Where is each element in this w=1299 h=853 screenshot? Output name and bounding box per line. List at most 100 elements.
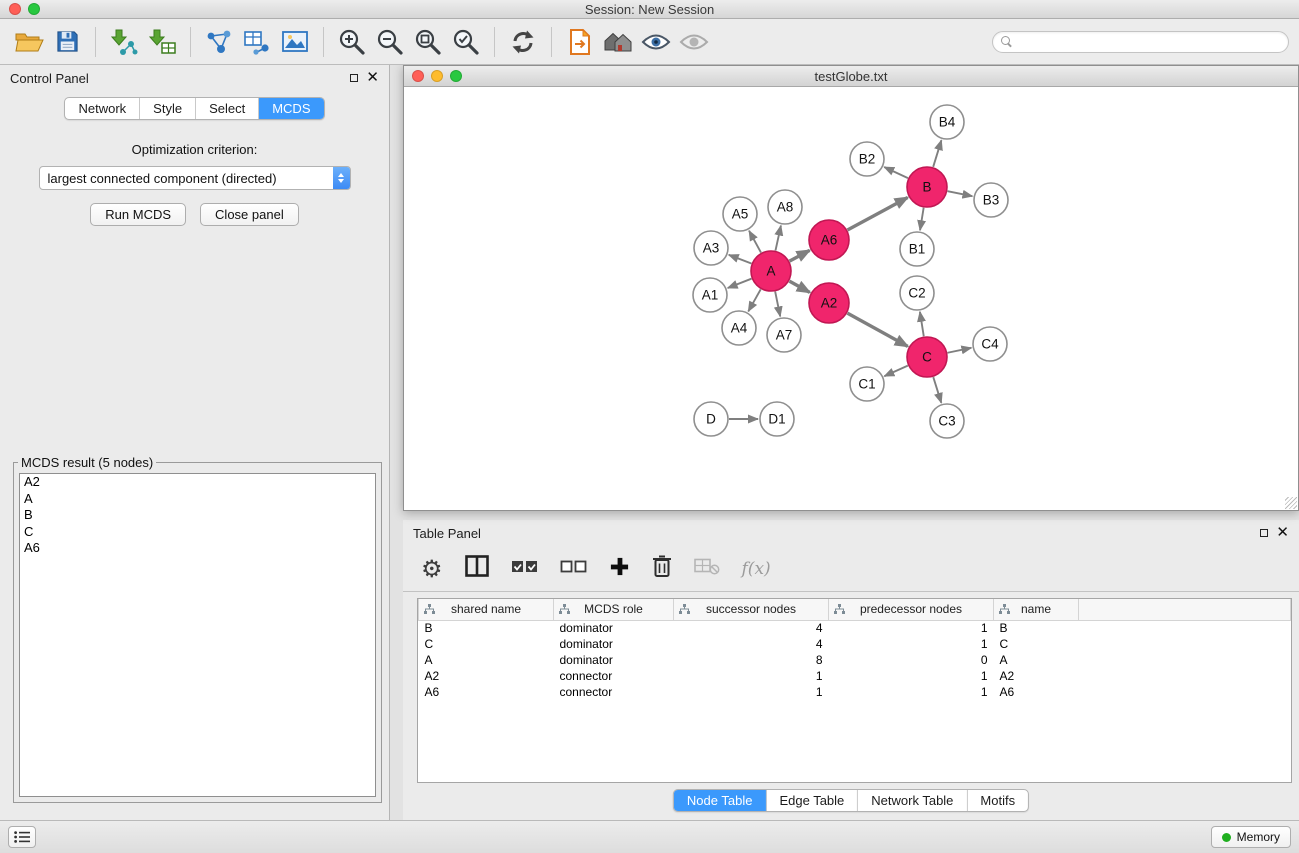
graph-edge-A2-C[interactable] — [847, 313, 907, 346]
close-window-button[interactable] — [9, 3, 21, 15]
select-all-columns-icon[interactable] — [511, 557, 538, 580]
create-column-icon[interactable] — [609, 556, 630, 582]
graph-edge-A-A3[interactable] — [729, 255, 752, 264]
graph-edge-A-A1[interactable] — [728, 279, 752, 288]
graph-edge-A-A7[interactable] — [775, 292, 780, 317]
table-cell[interactable]: connector — [554, 684, 674, 700]
graph-edge-B-B3[interactable] — [948, 191, 973, 196]
mcds-result-item[interactable]: B — [20, 507, 375, 524]
home-button[interactable] — [599, 24, 637, 60]
export-image-button[interactable] — [276, 24, 314, 60]
table-cell[interactable]: A — [994, 652, 1079, 668]
style-visibility-button[interactable] — [637, 24, 675, 60]
table-cell[interactable]: dominator — [554, 652, 674, 668]
graph-edge-A-A6[interactable] — [790, 250, 810, 261]
tab-style[interactable]: Style — [140, 98, 196, 119]
table-row[interactable]: Bdominator41B — [419, 620, 1291, 636]
import-public-database-button[interactable] — [561, 24, 599, 60]
table-row[interactable]: Cdominator41C — [419, 636, 1291, 652]
table-cell[interactable]: B — [419, 620, 554, 636]
mcds-result-list[interactable]: A2ABCA6 — [19, 473, 376, 797]
mcds-result-item[interactable]: A6 — [20, 540, 375, 557]
table-tab-node-table[interactable]: Node Table — [674, 790, 767, 811]
search-input[interactable] — [1018, 35, 1280, 49]
table-tab-edge-table[interactable]: Edge Table — [766, 790, 858, 811]
table-cell[interactable]: C — [419, 636, 554, 652]
graph-edge-A6-B[interactable] — [847, 197, 907, 230]
table-row[interactable]: Adominator80A — [419, 652, 1291, 668]
close-panel-button[interactable]: Close panel — [200, 203, 299, 226]
graph-node-C1[interactable]: C1 — [850, 367, 884, 401]
graph-edge-B-B1[interactable] — [920, 208, 924, 231]
resize-grip[interactable] — [1285, 497, 1297, 509]
open-session-button[interactable] — [10, 24, 48, 60]
graph-node-D[interactable]: D — [694, 402, 728, 436]
delete-column-icon[interactable] — [652, 554, 672, 583]
column-header-predecessor-nodes[interactable]: predecessor nodes — [829, 599, 994, 620]
graph-edge-A-A5[interactable] — [749, 231, 761, 253]
table-cell[interactable]: A2 — [419, 668, 554, 684]
tab-mcds[interactable]: MCDS — [259, 98, 323, 119]
table-cell[interactable]: 1 — [829, 668, 994, 684]
optimization-criterion-dropdown[interactable]: largest connected component (directed) — [39, 166, 351, 190]
graph-node-B1[interactable]: B1 — [900, 232, 934, 266]
table-cell[interactable]: 4 — [674, 636, 829, 652]
graph-edge-A-A8[interactable] — [775, 226, 780, 251]
graph-node-A7[interactable]: A7 — [767, 318, 801, 352]
table-tab-motifs[interactable]: Motifs — [967, 790, 1028, 811]
table-row[interactable]: A2connector11A2 — [419, 668, 1291, 684]
column-header-successor-nodes[interactable]: successor nodes — [674, 599, 829, 620]
table-cell[interactable]: 1 — [829, 636, 994, 652]
table-row[interactable]: A6connector11A6 — [419, 684, 1291, 700]
zoom-window-button[interactable] — [28, 3, 40, 15]
table-cell[interactable]: A2 — [994, 668, 1079, 684]
graph-edge-B-B4[interactable] — [933, 140, 941, 167]
table-cell[interactable]: 0 — [829, 652, 994, 668]
table-cell[interactable]: 1 — [829, 684, 994, 700]
refresh-button[interactable] — [504, 24, 542, 60]
graph-node-A[interactable]: A — [751, 251, 791, 291]
memory-button[interactable]: Memory — [1211, 826, 1291, 848]
import-network-file-button[interactable] — [105, 24, 143, 60]
graph-node-C3[interactable]: C3 — [930, 404, 964, 438]
graph-node-B3[interactable]: B3 — [974, 183, 1008, 217]
import-table-file-button[interactable] — [143, 24, 181, 60]
graph-node-D1[interactable]: D1 — [760, 402, 794, 436]
table-cell[interactable]: 8 — [674, 652, 829, 668]
mcds-result-item[interactable]: C — [20, 524, 375, 541]
network-table-button[interactable] — [238, 24, 276, 60]
table-tab-network-table[interactable]: Network Table — [858, 790, 967, 811]
column-header-name[interactable]: name — [994, 599, 1079, 620]
float-panel-icon[interactable] — [350, 74, 358, 82]
zoom-fit-button[interactable] — [409, 24, 447, 60]
graph-node-A2[interactable]: A2 — [809, 283, 849, 323]
graph-node-B4[interactable]: B4 — [930, 105, 964, 139]
table-cell[interactable]: 1 — [829, 620, 994, 636]
show-columns-icon[interactable] — [465, 555, 489, 582]
graph-node-A1[interactable]: A1 — [693, 278, 727, 312]
graph-edge-C-C4[interactable] — [948, 348, 972, 353]
view-visibility-button[interactable] — [675, 24, 713, 60]
tab-select[interactable]: Select — [196, 98, 259, 119]
table-cell[interactable]: dominator — [554, 636, 674, 652]
zoom-out-button[interactable] — [371, 24, 409, 60]
close-table-panel-icon[interactable]: ✕ — [1276, 528, 1289, 538]
close-panel-icon[interactable]: ✕ — [366, 73, 379, 83]
zoom-in-button[interactable] — [333, 24, 371, 60]
tab-network[interactable]: Network — [65, 98, 140, 119]
table-cell[interactable]: C — [994, 636, 1079, 652]
network-canvas[interactable]: B4B2BB3A5A8A6B1A3AC2A1A2A4A7C4CC1DD1C3 — [405, 88, 1297, 509]
graph-node-A8[interactable]: A8 — [768, 190, 802, 224]
network-share-button[interactable] — [200, 24, 238, 60]
table-cell[interactable]: A6 — [994, 684, 1079, 700]
graph-node-C[interactable]: C — [907, 337, 947, 377]
mcds-result-item[interactable]: A2 — [20, 474, 375, 491]
graph-edge-C-C3[interactable] — [933, 377, 941, 403]
graph-edge-C-C2[interactable] — [920, 312, 924, 336]
table-cell[interactable]: A6 — [419, 684, 554, 700]
table-cell[interactable]: A — [419, 652, 554, 668]
graph-edge-A-A4[interactable] — [748, 289, 760, 311]
graph-node-A5[interactable]: A5 — [723, 197, 757, 231]
mcds-result-item[interactable]: A — [20, 491, 375, 508]
column-header-mcds-role[interactable]: MCDS role — [554, 599, 674, 620]
